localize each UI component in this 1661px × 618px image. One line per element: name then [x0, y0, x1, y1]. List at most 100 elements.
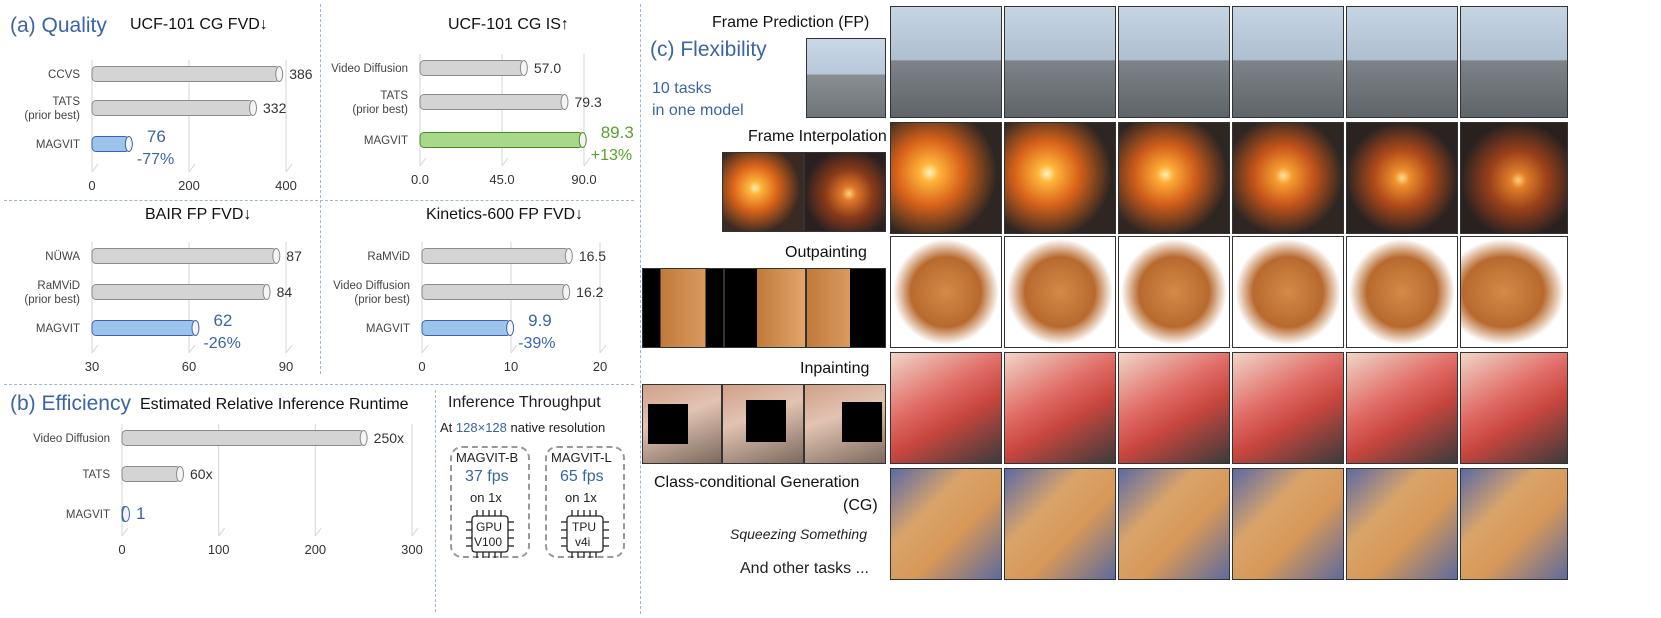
gridline-foot: [218, 527, 226, 537]
gridline-foot: [419, 157, 427, 167]
tick-label: 100: [208, 542, 230, 557]
op-condition-frame: [724, 268, 806, 348]
fi-output-frame: [1118, 122, 1230, 234]
category-label: NÜWA: [45, 251, 80, 263]
bar: [121, 466, 181, 482]
bar-cap: [359, 430, 368, 446]
chart-bair-fvd: 30 60 90 NÜWA 87 RaMViD (prior best) 84 MAGVIT 62…: [24, 242, 302, 374]
value-label: 9.9: [528, 311, 552, 330]
bar: [91, 66, 280, 82]
category-label: (prior best): [352, 104, 408, 116]
tick-label: 60: [182, 359, 196, 374]
chart-title-runtime: Estimated Relative Inference Runtime: [140, 396, 409, 413]
fp-output-frame: [890, 6, 1002, 118]
op-output-frame: [1232, 236, 1344, 348]
fi-output-frame: [1232, 122, 1344, 234]
category-label: RaMViD: [37, 280, 80, 292]
tick-label: 300: [401, 542, 423, 557]
value-label: 84: [277, 284, 293, 300]
bar-cap: [578, 132, 587, 148]
tick-label: 10: [504, 359, 518, 374]
bar-cap: [272, 248, 281, 264]
gridline-foot: [91, 163, 99, 173]
fi-output-frame: [1004, 122, 1116, 234]
divider-efficiency: [4, 384, 634, 385]
bar-cap: [249, 100, 258, 116]
bar: [91, 320, 196, 336]
gridline-foot: [411, 527, 419, 537]
gridline-foot: [91, 344, 99, 354]
gridline-foot: [188, 163, 196, 173]
fp-output-frame: [1232, 6, 1344, 118]
bar: [121, 430, 365, 446]
value-label: 87: [286, 248, 302, 264]
bar-cap: [519, 60, 528, 76]
op-output-frame: [1118, 236, 1230, 348]
category-label: (prior best): [24, 294, 80, 306]
throughput-subtitle: At 128×128 native resolution: [440, 420, 605, 435]
tick-label: 45.0: [489, 172, 514, 187]
category-label: (prior best): [354, 294, 410, 306]
fp-output-frame: [1460, 6, 1568, 118]
gpu-chip-icon: [466, 510, 514, 558]
tick-label: 0.0: [411, 172, 429, 187]
bar: [91, 284, 268, 300]
fi-output-frame: [1460, 122, 1568, 234]
value-label: 89.3: [601, 123, 634, 142]
tick-label: 90: [279, 359, 293, 374]
op-output-frame: [890, 236, 1002, 348]
divider-quality-middle-h: [4, 200, 634, 201]
category-label: TATS: [52, 96, 80, 108]
ip-mask: [648, 404, 688, 444]
cg-output-frame: [1004, 468, 1116, 580]
gridline-foot: [285, 344, 293, 354]
value-label: 16.2: [576, 284, 603, 300]
bar-cap: [562, 284, 571, 300]
flexibility-section-title: (c) Flexibility: [650, 38, 767, 61]
value-label: 250x: [374, 430, 404, 446]
device-chip2-magvit-l: v4i: [575, 535, 591, 549]
chart-ucf-fvd: 0 200 400 CCVS 386 TATS (prior best) 332 MAGVIT 7…: [24, 60, 313, 193]
fi-output-frame: [1346, 122, 1458, 234]
chart-title-ucf-is: UCF-101 CG IS↑: [448, 16, 569, 33]
tick-label: 0: [418, 359, 425, 374]
device-fps-magvit-b: 37 fps: [465, 468, 509, 485]
task-label-outpainting: Outpainting: [785, 244, 867, 261]
device-fps-magvit-l: 65 fps: [560, 468, 604, 485]
gridline-foot: [510, 344, 518, 354]
delta-label: +13%: [591, 147, 632, 164]
op-condition-frame: [806, 268, 886, 348]
ip-output-frame: [890, 352, 1002, 464]
fi-condition-frame: [722, 152, 804, 232]
tick-label: 20: [593, 359, 607, 374]
bar-cap: [560, 94, 569, 110]
chart-runtime: 0 100 200 300 Video Diffusion 250x TATS 60x MAGV…: [33, 424, 423, 557]
device-on-magvit-b: on 1x: [470, 490, 502, 505]
value-label: 1: [136, 504, 145, 523]
bar-cap: [122, 506, 130, 522]
throughput-title: Inference Throughput: [448, 394, 601, 411]
bar-cap: [262, 284, 271, 300]
bar: [419, 94, 566, 110]
chart-ucf-is: 0.0 45.0 90.0 Video Diffusion 57.0 TATS (prior…: [331, 54, 634, 187]
divider-throughput: [435, 390, 436, 612]
quality-section-title: (a) Quality: [10, 14, 107, 37]
task-label-inpainting: Inpainting: [800, 360, 870, 377]
task-label-class-conditional: Class-conditional Generation: [654, 474, 860, 491]
throughput-subtitle-post: native resolution: [506, 420, 606, 435]
fp-output-frame: [1004, 6, 1116, 118]
op-output-frame: [1346, 236, 1458, 348]
ip-mask: [746, 400, 786, 442]
tick-label: 200: [304, 542, 326, 557]
category-label: MAGVIT: [36, 139, 80, 151]
fp-output-frame: [1346, 6, 1458, 118]
cg-class-label: Squeezing Something: [730, 526, 867, 542]
bar-cap: [564, 248, 573, 264]
divider-flexibility: [640, 4, 641, 614]
bar-cap: [176, 466, 184, 482]
gridline-foot: [188, 344, 196, 354]
chart-title-k600-fvd: Kinetics-600 FP FVD↓: [426, 206, 584, 223]
cg-output-frame: [890, 468, 1002, 580]
gridline-foot: [421, 344, 429, 354]
tasks-count: 10 tasks: [652, 80, 712, 97]
